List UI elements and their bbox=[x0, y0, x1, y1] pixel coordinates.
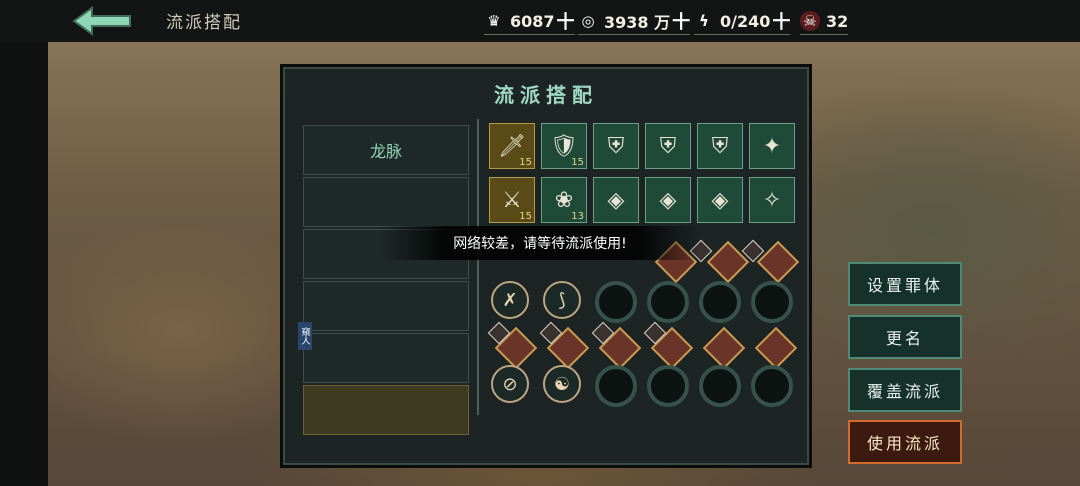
equip-claw-icon[interactable]: ⚔ 15 bbox=[489, 177, 535, 223]
coin-icon: ◎ bbox=[581, 12, 595, 30]
empty-talent-ring[interactable] bbox=[751, 365, 793, 407]
resource-coin[interactable]: ◎ 3938 万 十 bbox=[578, 8, 691, 35]
resource-demon[interactable]: ☠ 32 bbox=[800, 10, 849, 35]
empty-talent-ring[interactable] bbox=[699, 281, 741, 323]
talent-emblem[interactable]: ⟆ bbox=[543, 281, 581, 319]
skill-card[interactable] bbox=[702, 326, 746, 370]
network-toast: 网络较差，请等待流派使用! bbox=[380, 226, 700, 260]
equip-staff-icon[interactable]: 🗡 15 bbox=[489, 123, 535, 169]
overwrite-loadout-button[interactable]: 覆盖流派 bbox=[848, 368, 962, 412]
resource-stamina-value: 0/240 bbox=[720, 11, 771, 31]
ingot-icon: ♛ bbox=[487, 12, 501, 30]
talent-emblem[interactable]: ✗ bbox=[491, 281, 529, 319]
resource-stamina[interactable]: ϟ 0/240 十 bbox=[694, 8, 791, 35]
loadout-slot-1[interactable]: 龙脉 bbox=[303, 125, 469, 175]
use-loadout-button[interactable]: 使用流派 bbox=[848, 420, 962, 464]
equip-bracer-icon[interactable]: ◈ bbox=[593, 177, 639, 223]
equip-boot-icon[interactable]: ✧ bbox=[749, 177, 795, 223]
equip-amulet-icon[interactable]: ✦ bbox=[749, 123, 795, 169]
equip-lotus-icon[interactable]: ❀ 13 bbox=[541, 177, 587, 223]
equip-gauntlet-icon[interactable]: 🛡 15 bbox=[541, 123, 587, 169]
skill-card[interactable] bbox=[756, 240, 800, 284]
loadout-slot-6[interactable] bbox=[303, 385, 469, 435]
equip-level: 15 bbox=[519, 211, 532, 222]
page-title: 流派搭配 bbox=[166, 13, 242, 33]
lightning-icon: ϟ bbox=[699, 12, 709, 30]
empty-talent-ring[interactable] bbox=[595, 281, 637, 323]
left-edge bbox=[0, 42, 48, 486]
resource-ingot-value: 6087 bbox=[510, 11, 555, 31]
empty-talent-ring[interactable] bbox=[647, 365, 689, 407]
talent-emblem[interactable]: ⊘ bbox=[491, 365, 529, 403]
equip-level: 15 bbox=[571, 157, 584, 168]
loadout-slot-list: 龙脉 bbox=[303, 115, 469, 437]
back-arrow-icon[interactable] bbox=[72, 6, 134, 36]
add-coin-button[interactable]: 十 bbox=[672, 8, 690, 34]
equip-vest-icon[interactable]: ◈ bbox=[645, 177, 691, 223]
panel-divider bbox=[477, 119, 479, 415]
side-tag: 窺人 bbox=[298, 322, 312, 350]
resource-demon-value: 32 bbox=[826, 11, 849, 31]
loadout-panel: 流派搭配 龙脉 🗡 15 🛡 15 ⛨ ⛨ ⛨ ✦ ⚔ 15 ❀ 13 ◈ ◈ ◈ ✧ … bbox=[280, 64, 812, 468]
equip-level: 15 bbox=[519, 157, 532, 168]
add-stamina-button[interactable]: 十 bbox=[772, 8, 790, 34]
add-ingot-button[interactable]: 十 bbox=[557, 8, 575, 34]
loadout-slot-4[interactable] bbox=[303, 281, 469, 331]
empty-talent-ring[interactable] bbox=[751, 281, 793, 323]
loadout-slot-5[interactable] bbox=[303, 333, 469, 383]
equip-pauldron-icon[interactable]: ⛨ bbox=[697, 123, 743, 169]
panel-title: 流派搭配 bbox=[494, 83, 598, 107]
empty-talent-ring[interactable] bbox=[595, 365, 637, 407]
talent-emblem[interactable]: ☯ bbox=[543, 365, 581, 403]
set-body-button[interactable]: 设置罪体 bbox=[848, 262, 962, 306]
skill-card[interactable] bbox=[754, 326, 798, 370]
resource-ingot[interactable]: ♛ 6087 十 bbox=[484, 8, 575, 35]
skill-card[interactable] bbox=[706, 240, 750, 284]
rename-button[interactable]: 更名 bbox=[848, 315, 962, 359]
equip-armor-icon[interactable]: ⛨ bbox=[593, 123, 639, 169]
equip-helm-icon[interactable]: ◈ bbox=[697, 177, 743, 223]
equip-level: 13 bbox=[571, 211, 584, 222]
resource-coin-value: 3938 万 bbox=[604, 13, 671, 32]
loadout-slot-2[interactable] bbox=[303, 177, 469, 227]
empty-talent-ring[interactable] bbox=[647, 281, 689, 323]
empty-talent-ring[interactable] bbox=[699, 365, 741, 407]
demon-mask-icon: ☠ bbox=[800, 11, 820, 31]
equip-robe-icon[interactable]: ⛨ bbox=[645, 123, 691, 169]
